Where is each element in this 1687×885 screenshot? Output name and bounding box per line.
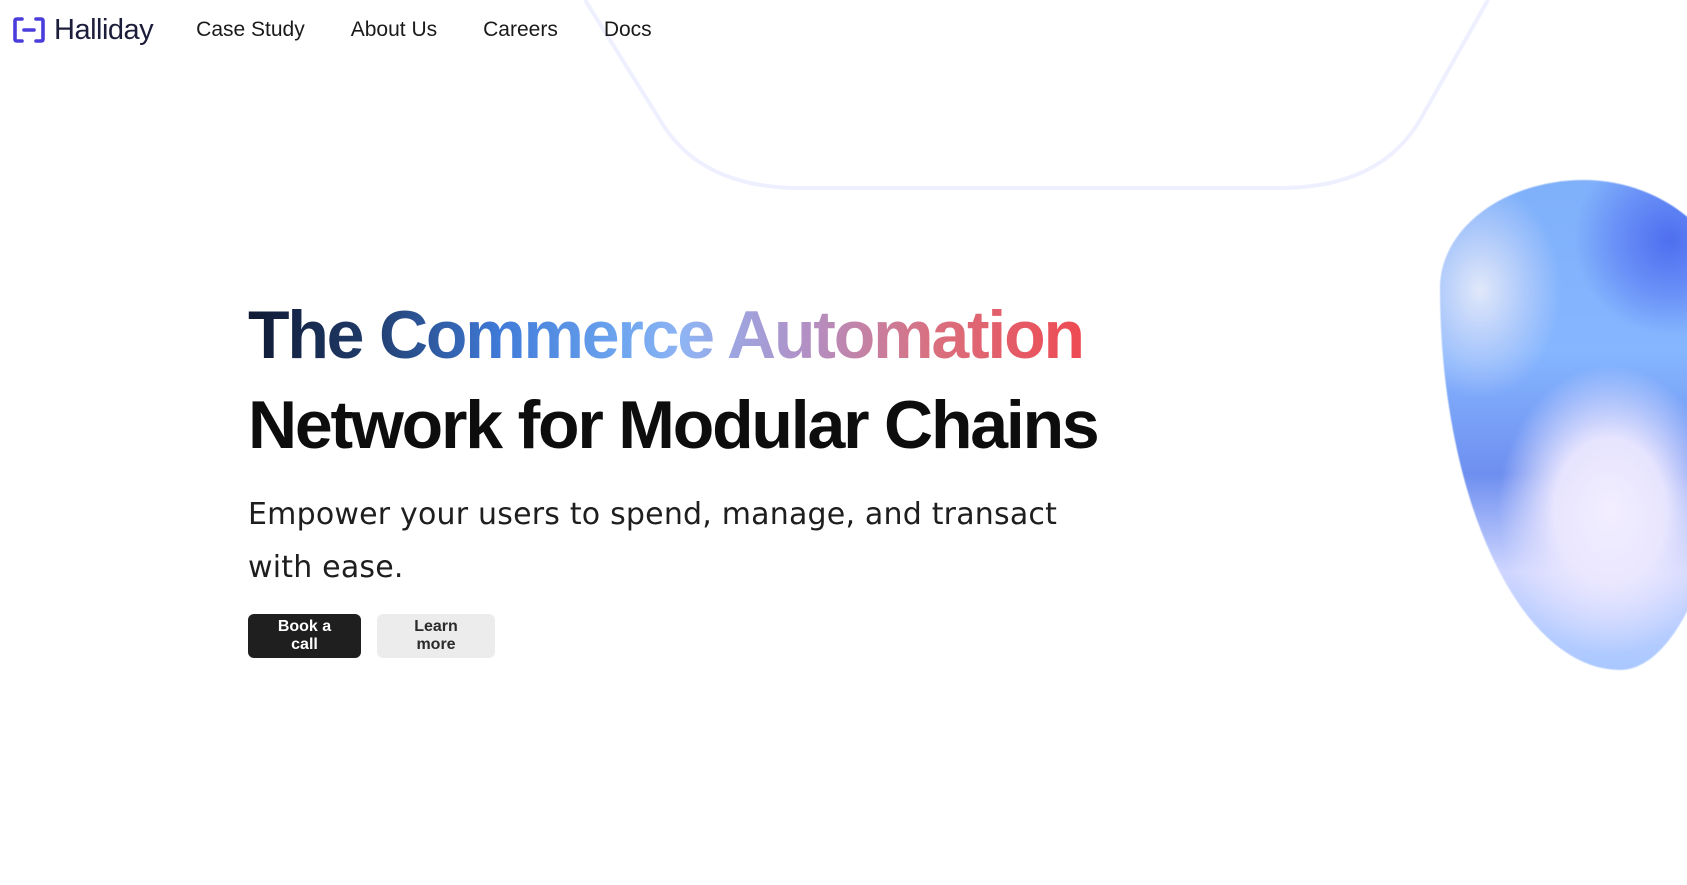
nav-link-docs[interactable]: Docs	[604, 18, 652, 42]
learn-more-button[interactable]: Learn more	[377, 614, 495, 658]
hero-headline: The Commerce Automation Network for Modu…	[248, 290, 1148, 470]
book-a-call-button[interactable]: Book a call	[248, 614, 361, 658]
landing-page: Halliday Case Study About Us Careers Doc…	[0, 0, 1687, 885]
nav-link-about-us[interactable]: About Us	[351, 18, 437, 42]
hero-section: The Commerce Automation Network for Modu…	[248, 290, 1148, 658]
hero-subtitle: Empower your users to spend, manage, and…	[248, 497, 1058, 585]
headline-word-the: The	[248, 297, 363, 373]
brand-name: Halliday	[54, 13, 154, 46]
nav-link-case-study[interactable]: Case Study	[196, 18, 305, 42]
headline-line-2: Network for Modular Chains	[248, 387, 1100, 463]
headline-line-1: The Commerce Automation	[248, 297, 1083, 373]
top-nav: Halliday Case Study About Us Careers Doc…	[0, 0, 1687, 60]
hero-actions: Book a call Learn more	[248, 614, 1148, 658]
brand-logo-link[interactable]: Halliday	[12, 13, 154, 47]
halliday-logo-icon	[13, 17, 45, 43]
gradient-blob	[1440, 180, 1687, 670]
nav-links: Case Study About Us Careers Docs	[196, 18, 698, 42]
headline-highlight: Commerce Automation	[379, 297, 1083, 373]
nav-link-careers[interactable]: Careers	[483, 18, 558, 42]
